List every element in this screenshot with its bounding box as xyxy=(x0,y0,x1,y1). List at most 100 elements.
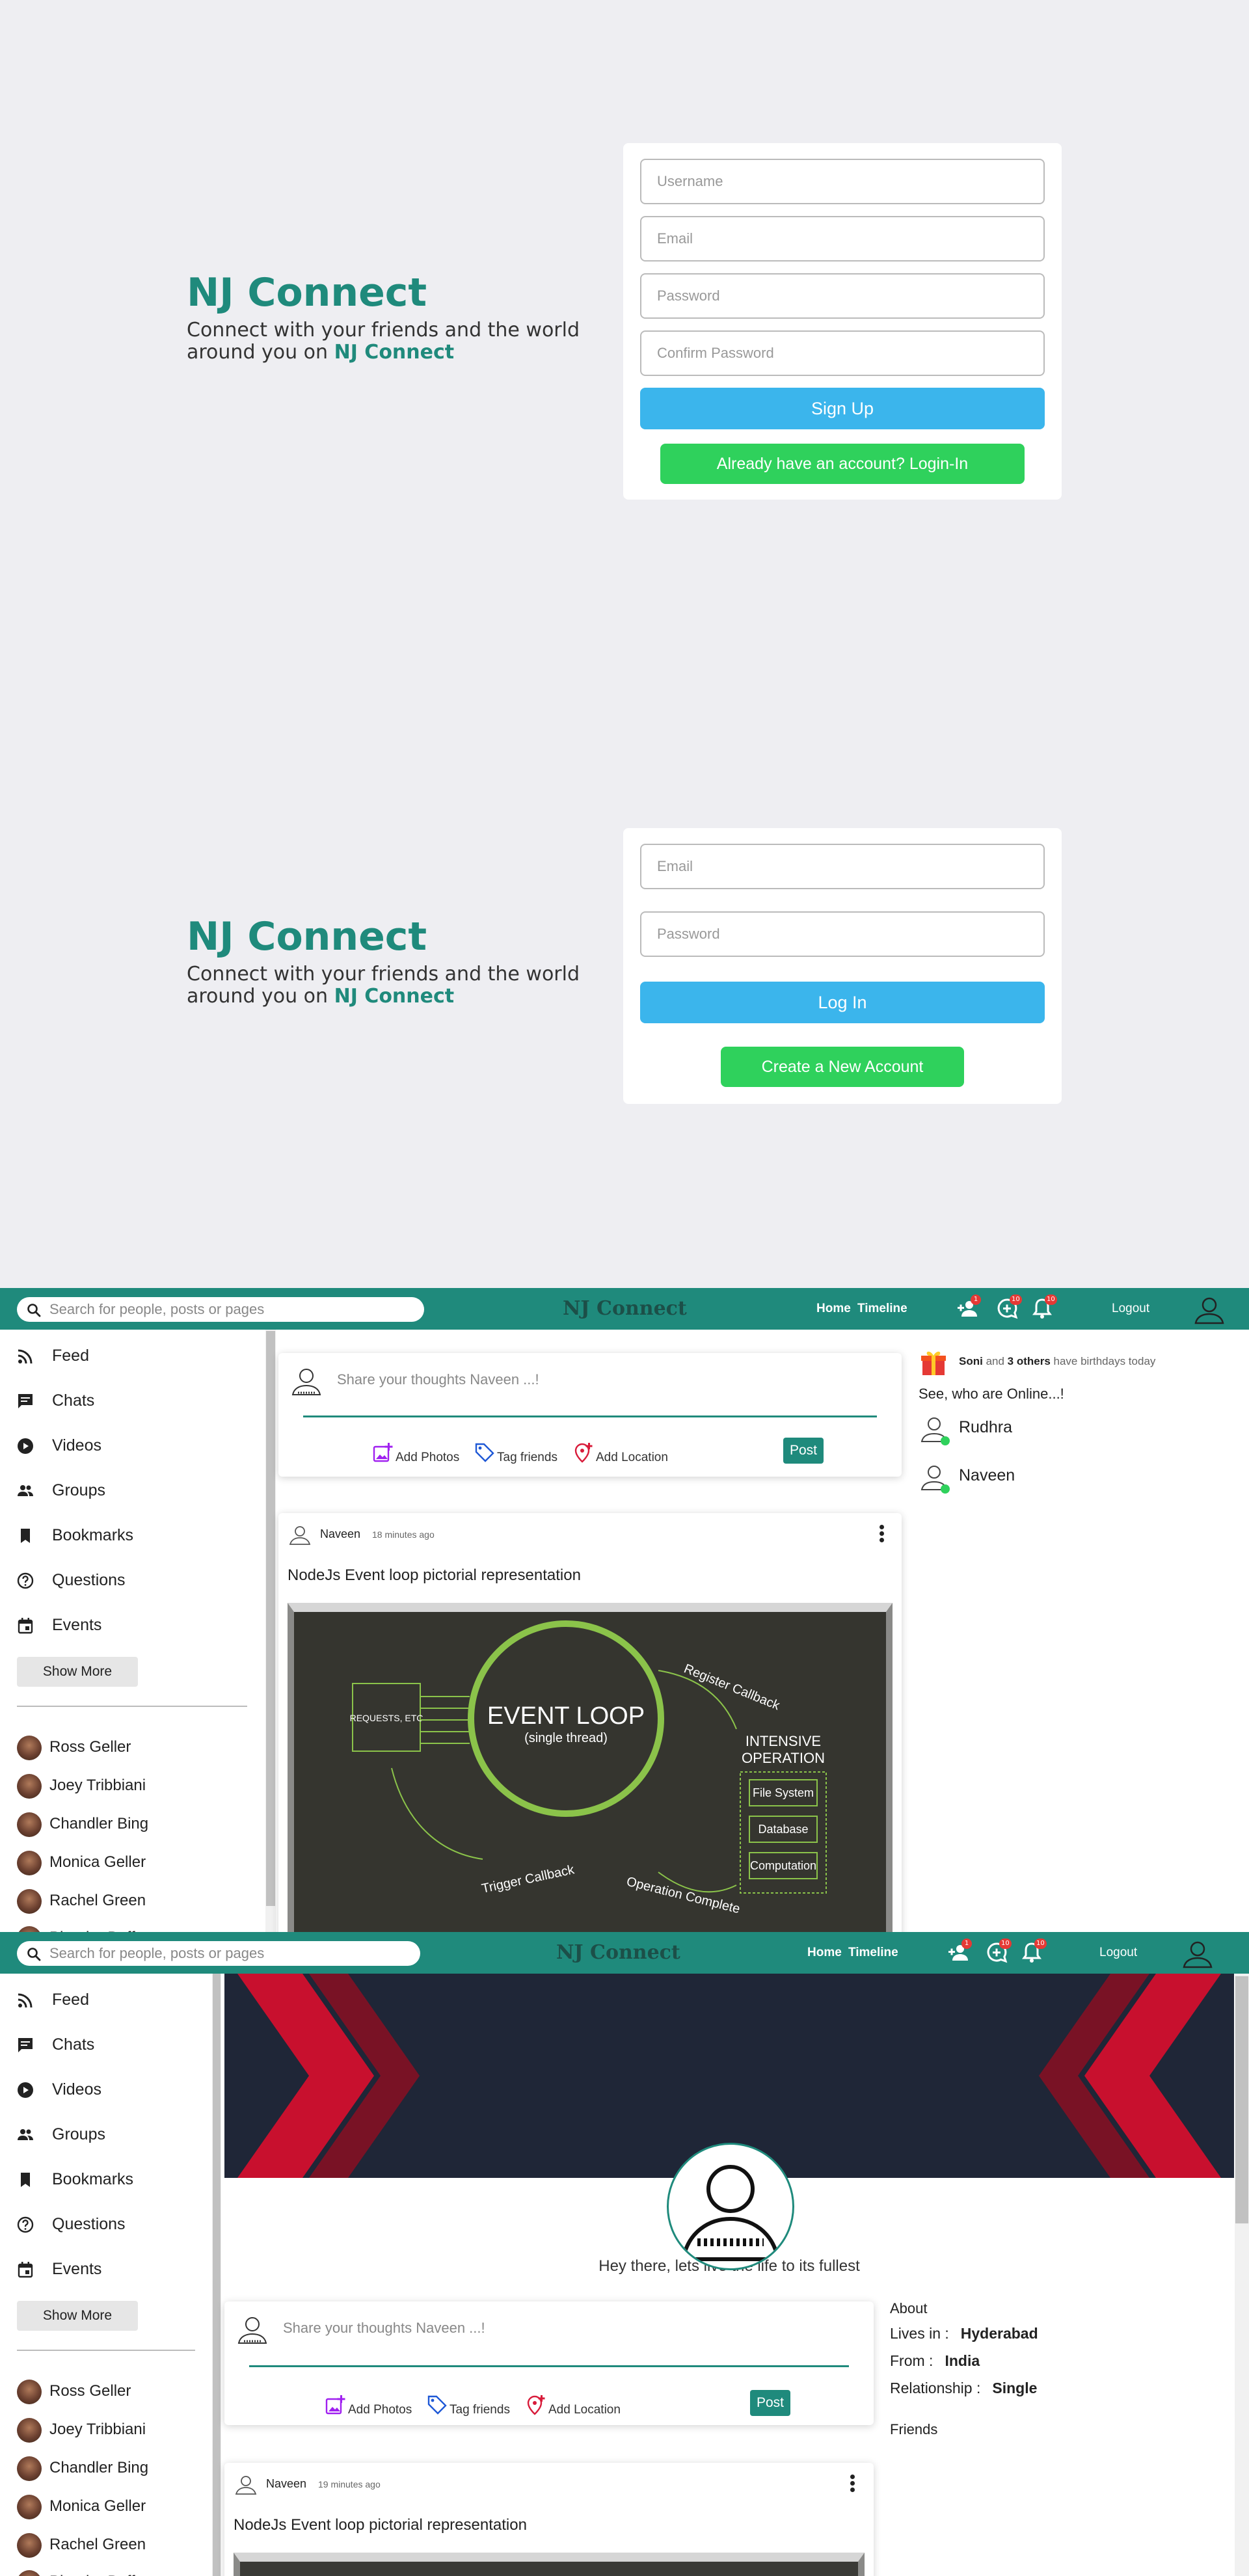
op-label: Database xyxy=(758,1823,808,1836)
brand-block: NJ Connect Connect with your friends and… xyxy=(187,914,623,1008)
friend-name: Chandler Bing xyxy=(49,2459,149,2476)
scrollbar-thumb[interactable] xyxy=(266,1331,275,1906)
brand-tagline: Connect with your friends and the world … xyxy=(187,319,623,364)
show-more-button[interactable]: Show More xyxy=(17,2301,138,2331)
post-menu-button[interactable] xyxy=(849,2473,855,2493)
confirm-password-field[interactable]: Confirm Password xyxy=(640,330,1045,376)
event-loop-diagram: REQUESTS, ETC EVENT LOOP (single thread)… xyxy=(294,1612,886,1932)
sidebar-scrollbar[interactable] xyxy=(265,1330,276,1932)
brand-title: NJ Connect xyxy=(187,914,427,959)
create-account-button[interactable]: Create a New Account xyxy=(721,1047,964,1087)
signup-screen: NJ Connect Connect with your friends and… xyxy=(0,0,1249,644)
nav-home[interactable]: Home xyxy=(816,1288,851,1330)
sidebar-divider xyxy=(17,1706,247,1707)
about-value: Hyderabad xyxy=(960,2325,1038,2342)
play-icon xyxy=(18,1438,33,1454)
location-pin-icon xyxy=(527,2395,545,2415)
avatar xyxy=(17,1851,42,1875)
friend-name: Joey Tribbiani xyxy=(49,1777,146,1794)
gift-icon xyxy=(921,1351,946,1375)
messages-button[interactable]: 10 xyxy=(985,1939,1012,1965)
tagline-brand: NJ Connect xyxy=(334,985,455,1008)
loop-subtitle: (single thread) xyxy=(524,1731,608,1745)
scrollbar-thumb[interactable] xyxy=(213,1974,221,2576)
compose-input[interactable]: Share your thoughts Naveen ...! xyxy=(337,1371,539,1388)
nav-timeline[interactable]: Timeline xyxy=(848,1932,898,1974)
birthday-others[interactable]: 3 others xyxy=(1008,1355,1051,1367)
compose-card: Share your thoughts Naveen ...! Add Phot… xyxy=(224,2301,874,2425)
username-field[interactable]: Username xyxy=(640,159,1045,204)
nav-home[interactable]: Home xyxy=(807,1932,842,1974)
tag-friends-label: Tag friends xyxy=(497,1451,557,1464)
post-author[interactable]: Naveen xyxy=(320,1527,360,1541)
notifications-button[interactable]: 10 xyxy=(1030,1295,1057,1321)
brand-tagline: Connect with your friends and the world … xyxy=(187,963,623,1008)
login-screen: NJ Connect Connect with your friends and… xyxy=(0,644,1249,1288)
group-icon xyxy=(18,1485,33,1496)
notifications-button[interactable]: 10 xyxy=(1020,1939,1047,1965)
sidebar-item-label: Bookmarks xyxy=(52,1526,134,1544)
post-button[interactable]: Post xyxy=(750,2390,790,2416)
birthday-name[interactable]: Soni xyxy=(959,1355,983,1367)
messages-button[interactable]: 10 xyxy=(995,1295,1022,1321)
search-bar[interactable]: Search for people, posts or pages xyxy=(17,1297,424,1322)
password-field[interactable]: Password xyxy=(640,911,1045,957)
friend-name: Rachel Green xyxy=(49,2536,146,2553)
profile-avatar-icon xyxy=(680,2165,781,2261)
group-icon xyxy=(18,2129,33,2140)
app-logo[interactable]: NJ Connect xyxy=(556,1932,680,1974)
sidebar-item-label: Events xyxy=(52,1616,102,1634)
user-avatar-icon[interactable] xyxy=(1192,1292,1227,1327)
avatar xyxy=(17,1889,42,1914)
post-author[interactable]: Naveen xyxy=(266,2477,306,2491)
friend-name: Ross Geller xyxy=(49,1738,131,1756)
compose-divider xyxy=(303,1415,877,1417)
compose-input[interactable]: Share your thoughts Naveen ...! xyxy=(283,2320,485,2337)
sidebar-item-label: Videos xyxy=(52,1436,101,1455)
brand-title: NJ Connect xyxy=(187,270,427,315)
search-input[interactable]: Search for people, posts or pages xyxy=(49,1297,264,1322)
app-logo[interactable]: NJ Connect xyxy=(563,1288,687,1330)
sidebar-item-label: Questions xyxy=(52,2215,126,2233)
post-text: NodeJs Event loop pictorial representati… xyxy=(288,1566,581,1584)
nav-timeline[interactable]: Timeline xyxy=(857,1288,907,1330)
page-scrollbar[interactable] xyxy=(1235,1974,1249,2576)
signup-card: Username Email Password Confirm Password… xyxy=(623,143,1062,500)
post-card: Naveen 19 minutes ago NodeJs Event loop … xyxy=(224,2463,874,2576)
avatar xyxy=(17,2533,42,2558)
show-more-button[interactable]: Show More xyxy=(17,1657,138,1687)
profile-picture[interactable] xyxy=(667,2143,794,2270)
login-card: Email Password Log In Create a New Accou… xyxy=(623,828,1062,1104)
avatar xyxy=(17,2456,42,2481)
logout-link[interactable]: Logout xyxy=(1099,1932,1137,1974)
messages-badge: 10 xyxy=(1010,1295,1022,1305)
question-icon xyxy=(17,2216,34,2233)
scrollbar-thumb[interactable] xyxy=(1235,1976,1248,2223)
login-button[interactable]: Log In xyxy=(640,982,1045,1023)
post-image[interactable] xyxy=(234,2553,865,2576)
email-field[interactable]: Email xyxy=(640,216,1045,262)
sidebar-scrollbar[interactable] xyxy=(212,1974,221,2576)
post-button[interactable]: Post xyxy=(783,1438,824,1464)
search-bar[interactable]: Search for people, posts or pages xyxy=(17,1941,420,1966)
friend-name: Ross Geller xyxy=(49,2382,131,2400)
post-image[interactable]: REQUESTS, ETC EVENT LOOP (single thread)… xyxy=(288,1603,893,1932)
logout-link[interactable]: Logout xyxy=(1112,1288,1149,1330)
friend-requests-button[interactable]: 1 xyxy=(947,1939,972,1965)
signup-button[interactable]: Sign Up xyxy=(640,388,1045,429)
search-input[interactable]: Search for people, posts or pages xyxy=(49,1941,264,1966)
friend-requests-button[interactable]: 1 xyxy=(956,1295,981,1321)
user-avatar-icon[interactable] xyxy=(1180,1936,1215,1971)
password-field[interactable]: Password xyxy=(640,273,1045,319)
author-avatar-icon xyxy=(235,2476,257,2495)
online-user-name: Naveen xyxy=(959,1466,1015,1484)
about-value: India xyxy=(945,2352,980,2369)
about-label: From : xyxy=(890,2352,933,2369)
sidebar-item-label: Videos xyxy=(52,2080,101,2099)
feed-screen: Search for people, posts or pages NJ Con… xyxy=(0,1288,1249,1932)
post-menu-button[interactable] xyxy=(878,1523,885,1543)
rss-icon xyxy=(18,1993,33,2008)
rss-icon xyxy=(18,1349,33,1364)
email-field[interactable]: Email xyxy=(640,844,1045,889)
login-link-button[interactable]: Already have an account? Login-In xyxy=(660,444,1025,484)
